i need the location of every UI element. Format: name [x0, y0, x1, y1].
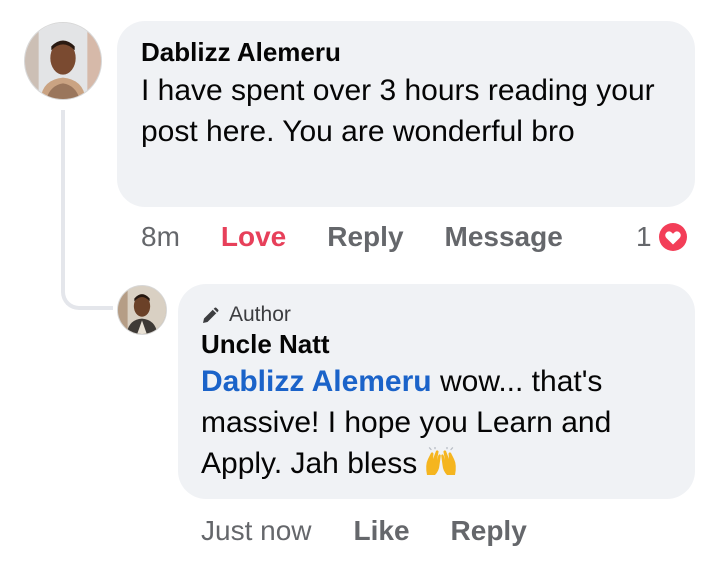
reply-bubble: Author Uncle Natt Dablizz Alemeru wow...…	[178, 284, 695, 499]
reply-actions: Just now Like Reply	[201, 512, 527, 550]
message-button[interactable]: Message	[445, 221, 563, 253]
pencil-icon	[201, 305, 221, 325]
reaction-count: 1	[636, 221, 652, 252]
like-button[interactable]: Like	[354, 515, 410, 547]
reply-author-avatar[interactable]	[117, 285, 167, 335]
commenter-avatar[interactable]	[24, 22, 102, 100]
comment-actions: 8m Love Reply Message	[141, 218, 563, 256]
reply-text-block: Dablizz Alemeru wow... that's massive! I…	[201, 361, 671, 484]
user-photo-avatar-icon	[25, 23, 101, 99]
reply-button[interactable]: Reply	[451, 515, 527, 547]
reaction-summary[interactable]: 1	[636, 218, 690, 256]
raising-hands-emoji-icon	[423, 446, 459, 477]
comment-text: I have spent over 3 hours reading your p…	[141, 74, 655, 148]
mention-link[interactable]: Dablizz Alemeru	[201, 365, 432, 398]
comment-timestamp[interactable]: 8m	[141, 221, 180, 253]
thread-connector-line	[61, 110, 65, 288]
user-photo-avatar-icon	[118, 286, 166, 334]
comment-author-name[interactable]: Dablizz Alemeru	[141, 37, 671, 67]
heart-icon	[656, 220, 690, 254]
reply-author-name[interactable]: Uncle Natt	[201, 329, 671, 359]
comment-bubble: Dablizz Alemeru I have spent over 3 hour…	[117, 21, 695, 207]
reply-button[interactable]: Reply	[327, 221, 403, 253]
thread-connector-curve	[61, 268, 113, 310]
author-badge-label: Author	[229, 303, 291, 326]
love-button[interactable]: Love	[221, 221, 286, 253]
author-badge: Author	[201, 301, 671, 329]
reply-timestamp[interactable]: Just now	[201, 515, 312, 547]
